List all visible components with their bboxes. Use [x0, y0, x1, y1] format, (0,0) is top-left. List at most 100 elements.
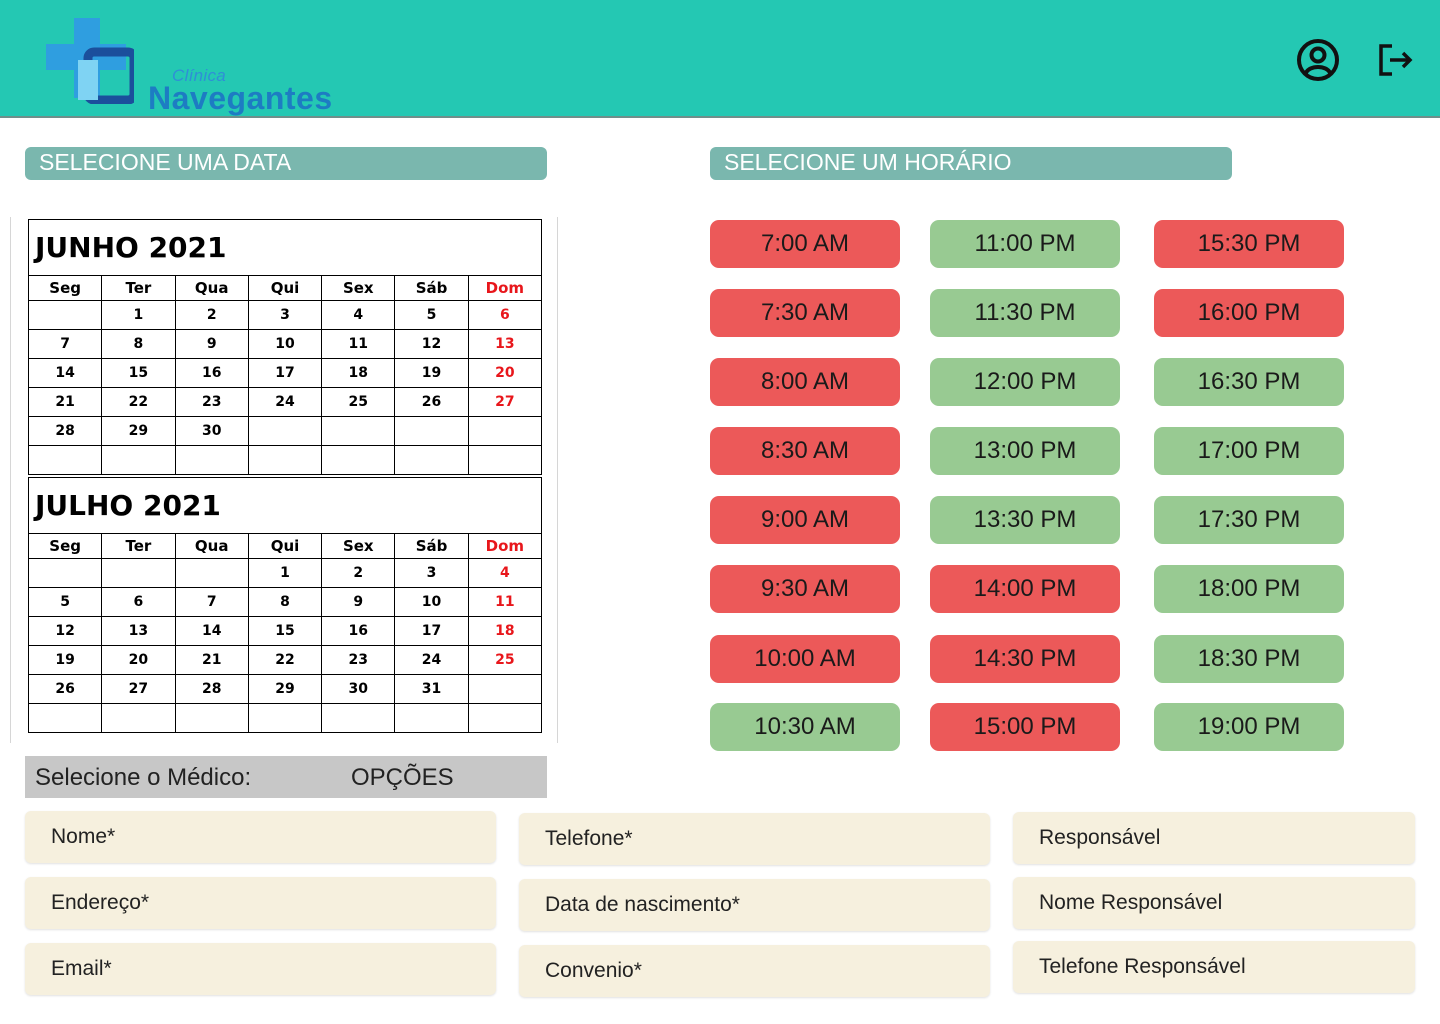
- calendar-day-cell[interactable]: 10: [394, 587, 469, 617]
- time-slot-button[interactable]: 8:30 AM: [710, 427, 900, 475]
- time-slot-button[interactable]: 9:00 AM: [710, 496, 900, 544]
- calendar-day-cell[interactable]: 23: [174, 387, 249, 417]
- calendar-day-cell[interactable]: 1: [101, 300, 176, 330]
- calendar-day-cell[interactable]: 18: [467, 616, 543, 646]
- logout-icon[interactable]: [1376, 38, 1420, 82]
- insurance-field[interactable]: Convenio*: [519, 945, 990, 997]
- calendar-day-cell[interactable]: 15: [247, 616, 323, 646]
- time-slot-button[interactable]: 13:30 PM: [930, 496, 1120, 544]
- time-slot-button[interactable]: 14:30 PM: [930, 635, 1120, 683]
- calendar-day-cell[interactable]: 4: [467, 558, 543, 588]
- calendar-day-cell[interactable]: 20: [467, 358, 543, 388]
- email-field[interactable]: Email*: [25, 943, 496, 995]
- time-slot-button[interactable]: 11:30 PM: [930, 289, 1120, 337]
- calendar-day-cell[interactable]: 29: [247, 674, 323, 704]
- time-slot-button[interactable]: 17:30 PM: [1154, 496, 1344, 544]
- calendar-day-cell[interactable]: 7: [27, 329, 103, 359]
- calendar-day-cell: [247, 416, 323, 446]
- calendar-day-cell[interactable]: 10: [247, 329, 323, 359]
- calendar-day-cell[interactable]: 7: [174, 587, 249, 617]
- calendar-day-cell[interactable]: 18: [321, 358, 396, 388]
- calendar-day-cell[interactable]: 12: [394, 329, 469, 359]
- time-slot-button[interactable]: 18:30 PM: [1154, 635, 1344, 683]
- calendar-day-cell[interactable]: 8: [101, 329, 176, 359]
- calendar-day-cell[interactable]: 16: [174, 358, 249, 388]
- calendar-day-cell[interactable]: 3: [394, 558, 469, 588]
- calendar-day-cell[interactable]: 14: [27, 358, 103, 388]
- calendar-day-cell[interactable]: 2: [321, 558, 396, 588]
- calendar-day-cell[interactable]: 26: [394, 387, 469, 417]
- time-slot-button[interactable]: 9:30 AM: [710, 565, 900, 613]
- calendar-day-cell[interactable]: 6: [101, 587, 176, 617]
- calendar-day-cell[interactable]: 25: [321, 387, 396, 417]
- time-slot-button[interactable]: 8:00 AM: [710, 358, 900, 406]
- time-slot-button[interactable]: 12:00 PM: [930, 358, 1120, 406]
- clinic-logo[interactable]: Clínica Navegantes: [44, 16, 332, 116]
- calendar-day-cell[interactable]: 9: [321, 587, 396, 617]
- time-slot-button[interactable]: 15:30 PM: [1154, 220, 1344, 268]
- calendar-day-cell[interactable]: 14: [174, 616, 249, 646]
- time-slot-button[interactable]: 13:00 PM: [930, 427, 1120, 475]
- time-slot-button[interactable]: 7:30 AM: [710, 289, 900, 337]
- calendar-day-cell[interactable]: 11: [321, 329, 396, 359]
- calendar-day-cell[interactable]: 30: [174, 416, 249, 446]
- calendar-day-cell[interactable]: 2: [174, 300, 249, 330]
- doctor-options-dropdown[interactable]: OPÇÕES: [351, 764, 454, 792]
- calendar-day-cell[interactable]: 6: [467, 300, 543, 330]
- calendar-day-cell[interactable]: 16: [321, 616, 396, 646]
- name-field[interactable]: Nome*: [25, 811, 496, 863]
- calendar-day-cell[interactable]: 3: [247, 300, 323, 330]
- calendar-day-cell[interactable]: 31: [394, 674, 469, 704]
- calendar-day-cell[interactable]: 15: [101, 358, 176, 388]
- calendar-day-cell[interactable]: 24: [394, 645, 469, 675]
- time-slot-button[interactable]: 11:00 PM: [930, 220, 1120, 268]
- calendar-day-cell[interactable]: 27: [467, 387, 543, 417]
- calendar-day-cell[interactable]: 21: [27, 387, 103, 417]
- calendar-day-cell[interactable]: 30: [321, 674, 396, 704]
- time-slot-button[interactable]: 14:00 PM: [930, 565, 1120, 613]
- calendar-day-cell[interactable]: 5: [27, 587, 103, 617]
- calendar-day-cell[interactable]: 17: [247, 358, 323, 388]
- time-slot-button[interactable]: 10:00 AM: [710, 635, 900, 683]
- calendar-day-cell[interactable]: 19: [394, 358, 469, 388]
- calendar-day-cell[interactable]: 11: [467, 587, 543, 617]
- calendar-day-cell[interactable]: 4: [321, 300, 396, 330]
- calendar-day-cell[interactable]: 21: [174, 645, 249, 675]
- time-slot-button[interactable]: 7:00 AM: [710, 220, 900, 268]
- birthdate-field[interactable]: Data de nascimento*: [519, 879, 990, 931]
- calendar-day-cell[interactable]: 13: [467, 329, 543, 359]
- calendar-day-cell[interactable]: 24: [247, 387, 323, 417]
- time-section-title: SELECIONE UM HORÁRIO: [710, 147, 1232, 180]
- address-field[interactable]: Endereço*: [25, 877, 496, 929]
- calendar-day-cell[interactable]: 17: [394, 616, 469, 646]
- calendar-day-cell[interactable]: 28: [27, 416, 103, 446]
- time-slot-button[interactable]: 18:00 PM: [1154, 565, 1344, 613]
- calendar-day-cell[interactable]: 22: [247, 645, 323, 675]
- user-circle-icon[interactable]: [1296, 38, 1340, 82]
- time-slot-button[interactable]: 19:00 PM: [1154, 703, 1344, 751]
- calendar-day-cell[interactable]: 29: [101, 416, 176, 446]
- calendar-day-cell[interactable]: 23: [321, 645, 396, 675]
- calendar-day-cell[interactable]: 20: [101, 645, 176, 675]
- time-slot-button[interactable]: 16:00 PM: [1154, 289, 1344, 337]
- calendar-day-cell[interactable]: 19: [27, 645, 103, 675]
- calendar-day-cell[interactable]: 13: [101, 616, 176, 646]
- guardian-field[interactable]: Responsável: [1013, 812, 1415, 864]
- calendar-day-cell[interactable]: 5: [394, 300, 469, 330]
- calendar-day-cell[interactable]: 12: [27, 616, 103, 646]
- calendar-day-cell[interactable]: 27: [101, 674, 176, 704]
- time-slot-button[interactable]: 15:00 PM: [930, 703, 1120, 751]
- guardian-name-field[interactable]: Nome Responsável: [1013, 877, 1415, 929]
- calendar-day-cell[interactable]: 28: [174, 674, 249, 704]
- calendar-day-cell[interactable]: 25: [467, 645, 543, 675]
- time-slot-button[interactable]: 17:00 PM: [1154, 427, 1344, 475]
- time-slot-button[interactable]: 16:30 PM: [1154, 358, 1344, 406]
- calendar-day-cell[interactable]: 1: [247, 558, 323, 588]
- phone-field[interactable]: Telefone*: [519, 813, 990, 865]
- guardian-phone-field[interactable]: Telefone Responsável: [1013, 941, 1415, 993]
- calendar-day-cell[interactable]: 22: [101, 387, 176, 417]
- calendar-day-cell[interactable]: 8: [247, 587, 323, 617]
- calendar-day-cell[interactable]: 9: [174, 329, 249, 359]
- time-slot-button[interactable]: 10:30 AM: [710, 703, 900, 751]
- calendar-day-cell[interactable]: 26: [27, 674, 103, 704]
